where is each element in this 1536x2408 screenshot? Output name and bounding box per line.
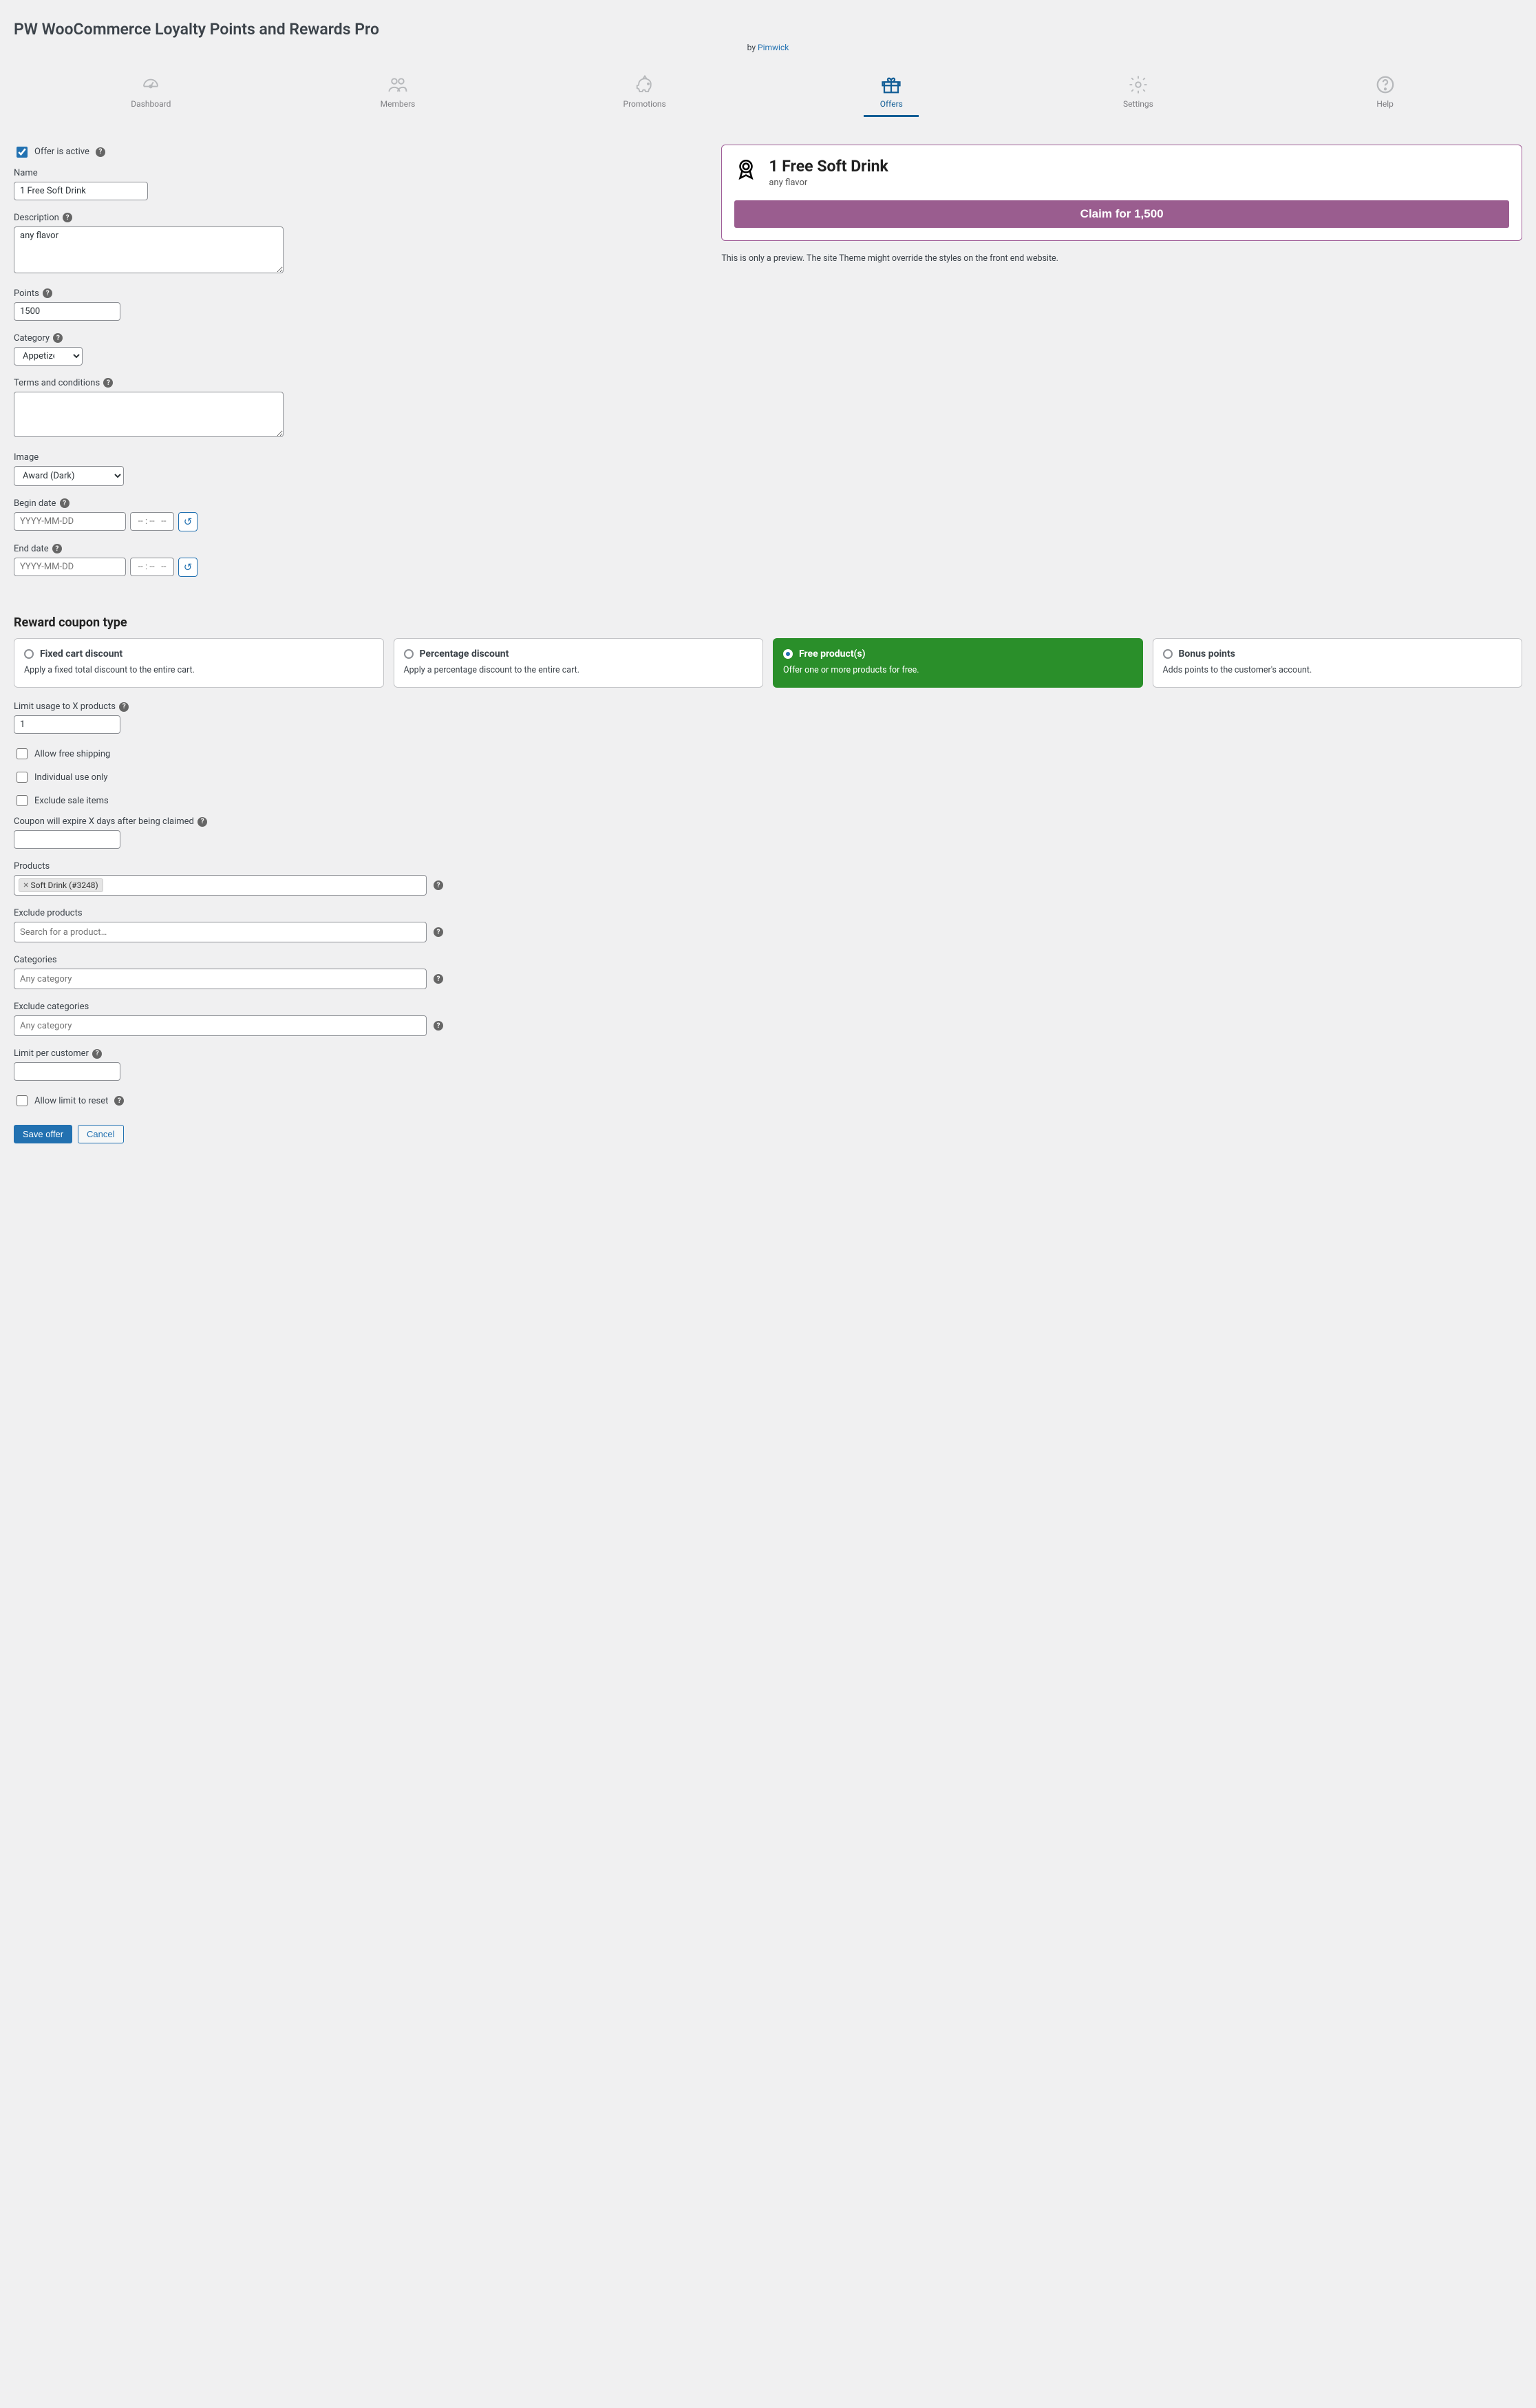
- description-label: Description ?: [14, 213, 707, 223]
- help-icon[interactable]: ?: [434, 927, 443, 937]
- expire-label: Coupon will expire X days after being cl…: [14, 816, 1522, 827]
- coupon-section-title: Reward coupon type: [14, 615, 1522, 630]
- help-icon[interactable]: ?: [96, 147, 105, 157]
- categories-label: Categories: [14, 955, 1522, 965]
- preview-card: 1 Free Soft Drink any flavor Claim for 1…: [721, 145, 1522, 241]
- limit-per-customer-label: Limit per customer ?: [14, 1048, 1522, 1059]
- preview-subtitle: any flavor: [769, 178, 888, 188]
- begin-date-input[interactable]: [14, 512, 126, 531]
- image-select[interactable]: Award (Dark): [14, 466, 124, 486]
- chip-remove-icon[interactable]: ×: [23, 880, 28, 891]
- limit-usage-label: Limit usage to X products ?: [14, 701, 1522, 712]
- preview-note: This is only a preview. The site Theme m…: [721, 253, 1522, 264]
- help-icon[interactable]: ?: [53, 333, 63, 343]
- help-icon[interactable]: ?: [434, 880, 443, 890]
- help-icon[interactable]: ?: [114, 1096, 124, 1106]
- individual-use-checkbox[interactable]: [17, 772, 28, 783]
- name-input[interactable]: [14, 182, 148, 200]
- radio-icon: [24, 649, 34, 659]
- help-icon[interactable]: ?: [63, 213, 72, 222]
- help-icon[interactable]: ?: [92, 1049, 102, 1059]
- exclude-categories-select[interactable]: [14, 1015, 427, 1036]
- preview-title: 1 Free Soft Drink: [769, 158, 888, 175]
- gift-icon: [879, 74, 903, 95]
- points-input[interactable]: [14, 302, 120, 321]
- help-icon[interactable]: ?: [52, 544, 62, 553]
- name-label: Name: [14, 168, 707, 178]
- award-icon: [734, 158, 758, 184]
- products-search-input[interactable]: [106, 878, 422, 894]
- begin-time-input[interactable]: [130, 512, 174, 531]
- tabs: Dashboard Members Promotions Offers Sett…: [14, 74, 1522, 117]
- tab-members[interactable]: Members: [370, 74, 425, 117]
- coupon-type-free-products[interactable]: Free product(s) Offer one or more produc…: [773, 638, 1143, 688]
- cancel-button[interactable]: Cancel: [78, 1125, 123, 1143]
- active-label: Offer is active: [34, 147, 89, 157]
- piggy-icon: [633, 74, 657, 95]
- allow-reset-checkbox[interactable]: [17, 1095, 28, 1106]
- gear-icon: [1127, 74, 1150, 95]
- exclude-products-select[interactable]: [14, 922, 427, 942]
- exclude-sale-checkbox[interactable]: [17, 795, 28, 806]
- help-icon[interactable]: ?: [119, 702, 129, 712]
- allow-reset-label: Allow limit to reset: [34, 1096, 108, 1106]
- exclude-categories-label: Exclude categories: [14, 1002, 1522, 1012]
- page-title: PW WooCommerce Loyalty Points and Reward…: [14, 19, 1522, 40]
- radio-icon: [783, 649, 793, 659]
- exclude-products-label: Exclude products: [14, 908, 1522, 918]
- category-label: Category ?: [14, 333, 707, 344]
- coupon-type-percentage[interactable]: Percentage discount Apply a percentage d…: [394, 638, 764, 688]
- begin-reset-button[interactable]: ↺: [178, 512, 198, 531]
- users-icon: [386, 74, 409, 95]
- end-reset-button[interactable]: ↺: [178, 558, 198, 577]
- radio-icon: [1163, 649, 1173, 659]
- claim-button[interactable]: Claim for 1,500: [734, 200, 1509, 228]
- save-button[interactable]: Save offer: [14, 1125, 72, 1143]
- coupon-types: Fixed cart discount Apply a fixed total …: [14, 638, 1522, 688]
- company-link[interactable]: Pimwick: [758, 43, 789, 52]
- individual-use-label: Individual use only: [34, 772, 108, 783]
- end-time-input[interactable]: [130, 558, 174, 576]
- free-shipping-checkbox[interactable]: [17, 748, 28, 759]
- categories-input[interactable]: [19, 971, 422, 987]
- tab-dashboard[interactable]: Dashboard: [123, 74, 178, 117]
- active-checkbox[interactable]: [17, 147, 28, 158]
- tc-input[interactable]: [14, 392, 284, 437]
- coupon-type-fixed[interactable]: Fixed cart discount Apply a fixed total …: [14, 638, 384, 688]
- help-icon: [1374, 74, 1397, 95]
- end-date-input[interactable]: [14, 558, 126, 576]
- category-select[interactable]: Appetizers: [14, 347, 83, 366]
- help-icon[interactable]: ?: [60, 498, 70, 508]
- exclude-categories-input[interactable]: [19, 1018, 422, 1034]
- limit-per-customer-input[interactable]: [14, 1062, 120, 1081]
- expire-input[interactable]: [14, 830, 120, 849]
- products-select[interactable]: × Soft Drink (#3248): [14, 875, 427, 896]
- help-icon[interactable]: ?: [43, 288, 52, 298]
- exclude-products-input[interactable]: [19, 925, 422, 940]
- free-shipping-label: Allow free shipping: [34, 749, 110, 759]
- tc-label: Terms and conditions ?: [14, 378, 707, 388]
- image-label: Image: [14, 452, 707, 463]
- coupon-type-bonus-points[interactable]: Bonus points Adds points to the customer…: [1153, 638, 1523, 688]
- product-chip: × Soft Drink (#3248): [19, 878, 103, 892]
- tab-help[interactable]: Help: [1358, 74, 1413, 117]
- tab-promotions[interactable]: Promotions: [617, 74, 672, 117]
- help-icon[interactable]: ?: [103, 378, 113, 388]
- limit-usage-input[interactable]: [14, 715, 120, 734]
- description-input[interactable]: [14, 226, 284, 273]
- byline: by Pimwick: [14, 43, 1522, 52]
- categories-select[interactable]: [14, 969, 427, 989]
- help-icon[interactable]: ?: [434, 974, 443, 984]
- help-icon[interactable]: ?: [198, 817, 207, 827]
- help-icon[interactable]: ?: [434, 1021, 443, 1031]
- tab-offers[interactable]: Offers: [864, 74, 919, 117]
- gauge-icon: [139, 74, 162, 95]
- radio-icon: [404, 649, 414, 659]
- tab-settings[interactable]: Settings: [1111, 74, 1166, 117]
- points-label: Points ?: [14, 288, 707, 299]
- exclude-sale-label: Exclude sale items: [34, 796, 109, 806]
- begin-date-label: Begin date ?: [14, 498, 707, 509]
- end-date-label: End date ?: [14, 544, 707, 554]
- products-label: Products: [14, 861, 1522, 872]
